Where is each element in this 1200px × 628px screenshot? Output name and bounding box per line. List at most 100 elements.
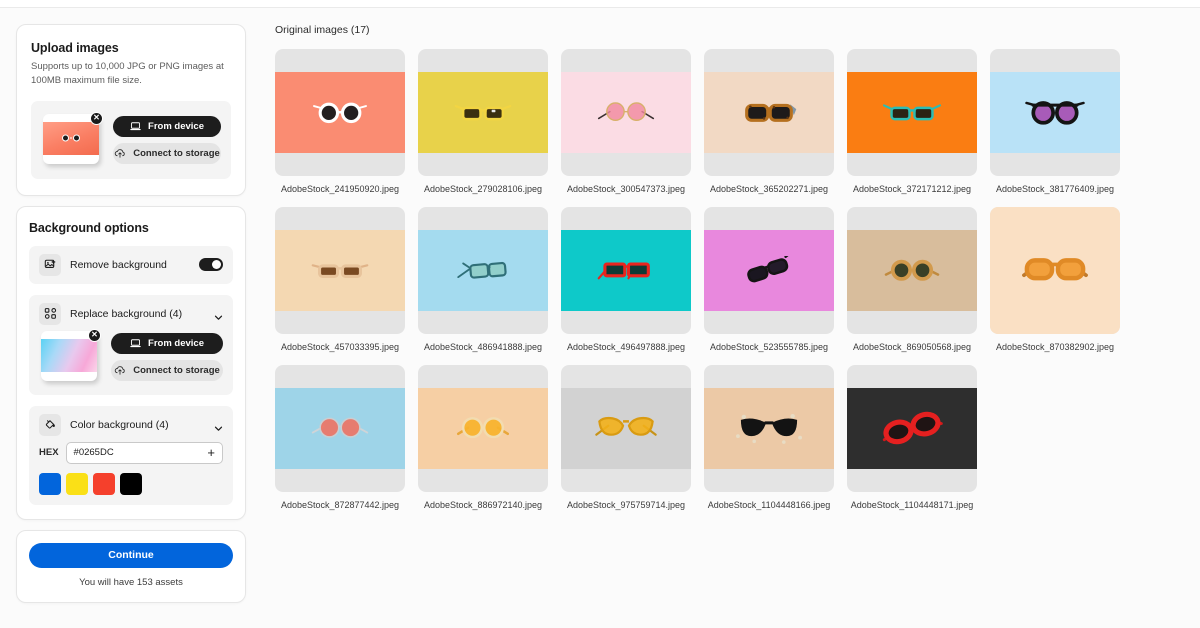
image-filename: AdobeStock_486941888.jpeg xyxy=(423,342,543,352)
chevron-down-icon[interactable] xyxy=(214,420,223,431)
image-thumbnail[interactable] xyxy=(275,365,405,492)
image-cell: AdobeStock_975759714.jpeg xyxy=(561,365,691,510)
image-thumbnail[interactable] xyxy=(561,365,691,492)
image-thumbnail[interactable] xyxy=(704,365,834,492)
image-filename: AdobeStock_279028106.jpeg xyxy=(423,184,543,194)
image-thumbnail[interactable] xyxy=(418,49,548,176)
replace-background-thumbnail[interactable]: ✕ xyxy=(39,328,101,385)
image-cell: AdobeStock_869050568.jpeg xyxy=(847,207,977,352)
image-cell: AdobeStock_886972140.jpeg xyxy=(418,365,548,510)
background-options-title: Background options xyxy=(29,220,149,235)
image-photo xyxy=(990,207,1120,334)
image-photo xyxy=(561,72,691,153)
upload-title: Upload images xyxy=(31,41,119,55)
hex-input-value: #0265DC xyxy=(73,447,114,459)
image-thumbnail[interactable] xyxy=(847,365,977,492)
cloud-upload-icon xyxy=(114,365,126,375)
image-photo xyxy=(704,388,834,469)
add-color-icon[interactable]: + xyxy=(207,446,215,459)
paint-bucket-icon xyxy=(39,413,61,436)
image-cell: AdobeStock_872877442.jpeg xyxy=(275,365,405,510)
image-photo xyxy=(704,230,834,311)
remove-background-toggle[interactable] xyxy=(199,258,223,272)
replace-background-row[interactable]: Replace background (4) xyxy=(29,295,233,329)
hex-label: HEX xyxy=(39,447,59,459)
image-photo xyxy=(275,230,405,311)
replace-from-device-button[interactable]: From device xyxy=(111,332,223,354)
hex-input-row: HEX #0265DC + xyxy=(29,440,233,464)
image-cell: AdobeStock_241950920.jpeg xyxy=(275,49,405,194)
image-grid: AdobeStock_241950920.jpeg AdobeStock_279… xyxy=(275,49,1184,510)
image-filename: AdobeStock_457033395.jpeg xyxy=(280,342,400,352)
image-photo xyxy=(847,72,977,153)
image-cell: AdobeStock_486941888.jpeg xyxy=(418,207,548,352)
upload-dropzone[interactable]: ✕ From device Connect to storage xyxy=(31,100,231,179)
upload-subtitle: Supports up to 10,000 JPG or PNG images … xyxy=(31,61,224,86)
replace-background-icon xyxy=(39,302,61,325)
image-cell: AdobeStock_1104448171.jpeg xyxy=(847,365,977,510)
assets-count-note: You will have 153 assets xyxy=(79,576,183,588)
image-thumbnail[interactable] xyxy=(990,207,1120,334)
replace-connect-storage-label: Connect to storage xyxy=(133,364,220,376)
continue-button[interactable]: Continue xyxy=(29,542,233,568)
image-cell: AdobeStock_523555785.jpeg xyxy=(704,207,834,352)
image-cell: AdobeStock_372171212.jpeg xyxy=(847,49,977,194)
image-photo xyxy=(704,72,834,153)
upload-connect-storage-label: Connect to storage xyxy=(133,147,220,159)
image-photo xyxy=(561,230,691,311)
image-filename: AdobeStock_1104448166.jpeg xyxy=(707,500,831,510)
color-background-row[interactable]: Color background (4) xyxy=(29,406,233,440)
remove-replace-thumbnail-icon[interactable]: ✕ xyxy=(88,328,101,342)
image-thumbnail[interactable] xyxy=(704,49,834,176)
replace-from-device-label: From device xyxy=(148,337,204,349)
sunglasses-icon xyxy=(62,134,80,142)
image-thumbnail[interactable] xyxy=(275,49,405,176)
image-cell: AdobeStock_279028106.jpeg xyxy=(418,49,548,194)
upload-from-device-label: From device xyxy=(148,120,204,132)
upload-connect-storage-button[interactable]: Connect to storage xyxy=(113,142,221,164)
remove-background-row[interactable]: Remove background xyxy=(29,245,233,284)
hex-input[interactable]: #0265DC + xyxy=(65,441,223,464)
replace-background-group: Replace background (4) ✕ From device Con… xyxy=(29,294,233,395)
image-thumbnail[interactable] xyxy=(704,207,834,334)
image-thumbnail[interactable] xyxy=(990,49,1120,176)
color-background-group: Color background (4) HEX #0265DC + xyxy=(29,405,233,505)
image-filename: AdobeStock_886972140.jpeg xyxy=(423,500,543,510)
color-swatch-1[interactable] xyxy=(66,472,88,495)
color-swatch-0[interactable] xyxy=(39,472,61,495)
image-thumbnail[interactable] xyxy=(561,207,691,334)
upload-from-device-button[interactable]: From device xyxy=(113,115,221,137)
main-content: Original images (17) AdobeStock_24195092… xyxy=(275,24,1184,510)
image-photo xyxy=(418,388,548,469)
image-photo xyxy=(275,72,405,153)
image-thumbnail[interactable] xyxy=(275,207,405,334)
color-swatches xyxy=(29,464,233,495)
image-filename: AdobeStock_975759714.jpeg xyxy=(566,500,686,510)
image-thumbnail[interactable] xyxy=(847,207,977,334)
image-photo xyxy=(418,72,548,153)
image-filename: AdobeStock_869050568.jpeg xyxy=(852,342,972,352)
image-photo xyxy=(990,72,1120,153)
image-thumbnail[interactable] xyxy=(847,49,977,176)
laptop-icon xyxy=(130,338,141,348)
upload-images-card: Upload images Supports up to 10,000 JPG … xyxy=(16,24,246,196)
image-cell: AdobeStock_870382902.jpeg xyxy=(990,207,1120,352)
image-thumbnail[interactable] xyxy=(561,49,691,176)
image-thumbnail[interactable] xyxy=(418,365,548,492)
image-cell: AdobeStock_381776409.jpeg xyxy=(990,49,1120,194)
image-photo xyxy=(275,388,405,469)
color-swatch-2[interactable] xyxy=(93,472,115,495)
chevron-down-icon[interactable] xyxy=(214,309,223,320)
remove-thumbnail-icon[interactable]: ✕ xyxy=(90,111,103,125)
replace-background-label: Replace background (4) xyxy=(70,307,183,320)
replace-connect-storage-button[interactable]: Connect to storage xyxy=(111,359,223,381)
original-images-title: Original images (17) xyxy=(275,24,370,36)
footer-card: Continue You will have 153 assets xyxy=(16,529,246,603)
uploaded-thumbnail[interactable]: ✕ xyxy=(41,111,103,168)
image-filename: AdobeStock_241950920.jpeg xyxy=(280,184,400,194)
image-cell: AdobeStock_496497888.jpeg xyxy=(561,207,691,352)
image-cell: AdobeStock_457033395.jpeg xyxy=(275,207,405,352)
gradient-thumbnail-image xyxy=(41,338,97,372)
color-swatch-3[interactable] xyxy=(120,472,142,495)
image-thumbnail[interactable] xyxy=(418,207,548,334)
